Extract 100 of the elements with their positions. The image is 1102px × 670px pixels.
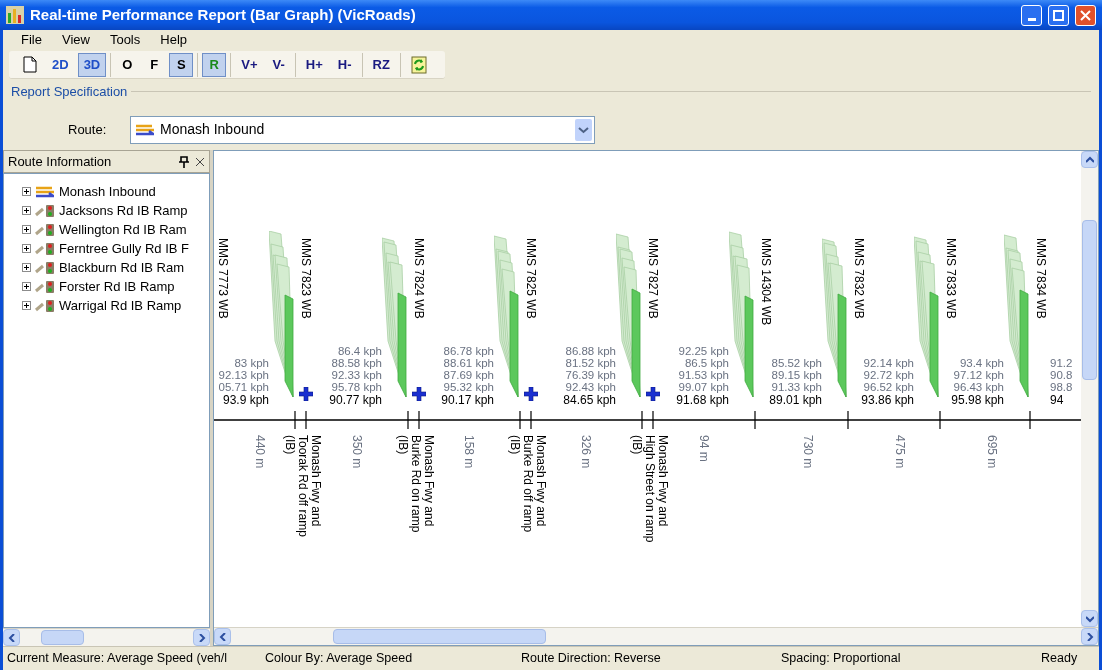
toolbar-button[interactable]: V-: [266, 52, 291, 77]
menu-item[interactable]: Tools: [101, 30, 149, 50]
tree-item[interactable]: Ferntree Gully Rd IB F: [22, 239, 209, 258]
station-label: MMS 7832 WB: [852, 238, 866, 319]
current-value: 93.86 kph: [861, 393, 914, 407]
reading-value: 89.15 kph: [771, 369, 822, 381]
horizontal-scrollbar[interactable]: [214, 627, 1098, 645]
reading-value: 92.13 kph: [218, 369, 269, 381]
expand-icon[interactable]: [22, 263, 31, 272]
status-text: Current Measure: Average Speed (veh/l: [6, 650, 229, 668]
scroll-thumb[interactable]: [333, 629, 546, 644]
tree-item[interactable]: Monash Inbound: [22, 182, 209, 201]
current-value: 93.9 kph: [222, 393, 269, 407]
reading-value: 83 kph: [234, 357, 269, 369]
scroll-thumb[interactable]: [40, 630, 84, 645]
toolbar-button[interactable]: H-: [331, 52, 358, 77]
reading-value: 88.58 kph: [331, 357, 382, 369]
status-text: Colour By: Average Speed: [264, 650, 414, 668]
menu-item[interactable]: File: [13, 30, 50, 50]
toolbar-button[interactable]: 3D: [77, 52, 107, 77]
expand-icon[interactable]: [22, 187, 31, 196]
minimize-button[interactable]: [1021, 4, 1042, 26]
distance-label: 326 m: [579, 435, 593, 469]
expand-icon[interactable]: [22, 206, 31, 215]
horizontal-scrollbar[interactable]: [3, 628, 210, 646]
scroll-down-button[interactable]: [1081, 610, 1098, 627]
station-label: MMS 7827 WB: [646, 238, 660, 319]
toolbar-button[interactable]: RZ: [366, 52, 396, 77]
scroll-up-button[interactable]: [1081, 151, 1098, 168]
expand-icon[interactable]: [22, 282, 31, 291]
tree-item-label: Ferntree Gully Rd IB F: [59, 239, 190, 258]
current-value: 94: [1050, 393, 1064, 407]
scroll-left-button[interactable]: [214, 628, 231, 645]
menu-item[interactable]: View: [53, 30, 98, 50]
window-title: Real-time Performance Report (Bar Graph) (VicRoads): [30, 4, 417, 25]
station-label: MMS 14304 WB: [759, 238, 773, 326]
ramp-label: Monash Fwy and Toorak Rd off ramp (IB): [283, 435, 322, 539]
tree-item[interactable]: Blackburn Rd IB Ram: [22, 258, 209, 277]
expand-icon[interactable]: [22, 301, 31, 310]
pin-icon[interactable]: [179, 155, 189, 168]
maximize-button[interactable]: [1048, 4, 1069, 26]
reading-value: 86.88 kph: [565, 345, 616, 357]
tree-item[interactable]: Wellington Rd IB Ram: [22, 220, 209, 239]
reading-value: 87.69 kph: [443, 369, 494, 381]
station-label: MMS 7824 WB: [412, 238, 426, 319]
scroll-right-button[interactable]: [193, 629, 210, 646]
reading-value: 86.5 kph: [684, 357, 729, 369]
menu-item[interactable]: Help: [152, 30, 195, 50]
traffic-light-icon: [35, 203, 55, 218]
current-value: 90.77 kph: [329, 393, 382, 407]
distance-label: 94 m: [697, 435, 711, 462]
tree-item[interactable]: Jacksons Rd IB Ramp: [22, 201, 209, 220]
expand-icon[interactable]: [22, 244, 31, 253]
traffic-light-icon: [35, 298, 55, 313]
tree-item-label: Wellington Rd IB Ram: [59, 220, 187, 239]
station-label: MMS 7833 WB: [944, 238, 958, 319]
route-icon: [135, 122, 155, 137]
distance-label: 695 m: [985, 435, 999, 469]
station-label: MMS 7823 WB: [299, 238, 313, 319]
reading-value: 98.8: [1050, 381, 1073, 393]
distance-label: 158 m: [462, 435, 476, 469]
ramp-label: Monash Fwy and High Street on ramp (IB): [630, 435, 669, 545]
route-icon: [35, 184, 55, 199]
reading-value: 90.8: [1050, 369, 1073, 381]
reading-value: 92.25 kph: [678, 345, 729, 357]
toolbar-button[interactable]: O: [115, 52, 140, 77]
route-value: Monash Inbound: [160, 120, 266, 139]
distance-label: 440 m: [253, 435, 267, 469]
reading-value: 85.52 kph: [771, 357, 822, 369]
close-button[interactable]: [1075, 4, 1096, 26]
plus-marker-icon: [524, 387, 538, 401]
toolbar-button[interactable]: F: [142, 52, 167, 77]
tree-item[interactable]: Warrigal Rd IB Ramp: [22, 296, 209, 315]
minimize-icon: [1027, 17, 1036, 21]
close-icon: [1080, 9, 1091, 21]
reading-value: 99.07 kph: [678, 381, 729, 393]
toolbar-button[interactable]: H+: [299, 52, 329, 77]
traffic-light-icon: [35, 241, 55, 256]
expand-icon[interactable]: [22, 225, 31, 234]
maximize-icon: [1053, 9, 1064, 21]
toolbar-button[interactable]: 2D: [46, 52, 75, 77]
close-icon[interactable]: [195, 156, 205, 167]
station-label: MMS 7834 WB: [1034, 238, 1048, 319]
scroll-right-button[interactable]: [1081, 628, 1098, 645]
tree-item-label: Forster Rd IB Ramp: [59, 277, 175, 296]
reading-value: 93.4 kph: [959, 357, 1004, 369]
tree-item-label: Warrigal Rd IB Ramp: [59, 296, 182, 315]
route-dropdown[interactable]: Monash Inbound: [130, 115, 595, 144]
vertical-scrollbar[interactable]: [1081, 151, 1098, 627]
station-label: MMS 7825 WB: [524, 238, 538, 319]
scroll-left-button[interactable]: [3, 629, 20, 646]
scroll-thumb[interactable]: [1082, 220, 1097, 380]
distance-label: 475 m: [893, 435, 907, 469]
toolbar-button[interactable]: V+: [235, 52, 264, 77]
reading-value: 95.32 kph: [443, 381, 494, 393]
tree-item-label: Jacksons Rd IB Ramp: [59, 201, 188, 220]
traffic-light-icon: [35, 260, 55, 275]
tree-item[interactable]: Forster Rd IB Ramp: [22, 277, 209, 296]
reading-value: 92.14 kph: [863, 357, 914, 369]
toolbar-button[interactable]: S: [169, 52, 194, 77]
